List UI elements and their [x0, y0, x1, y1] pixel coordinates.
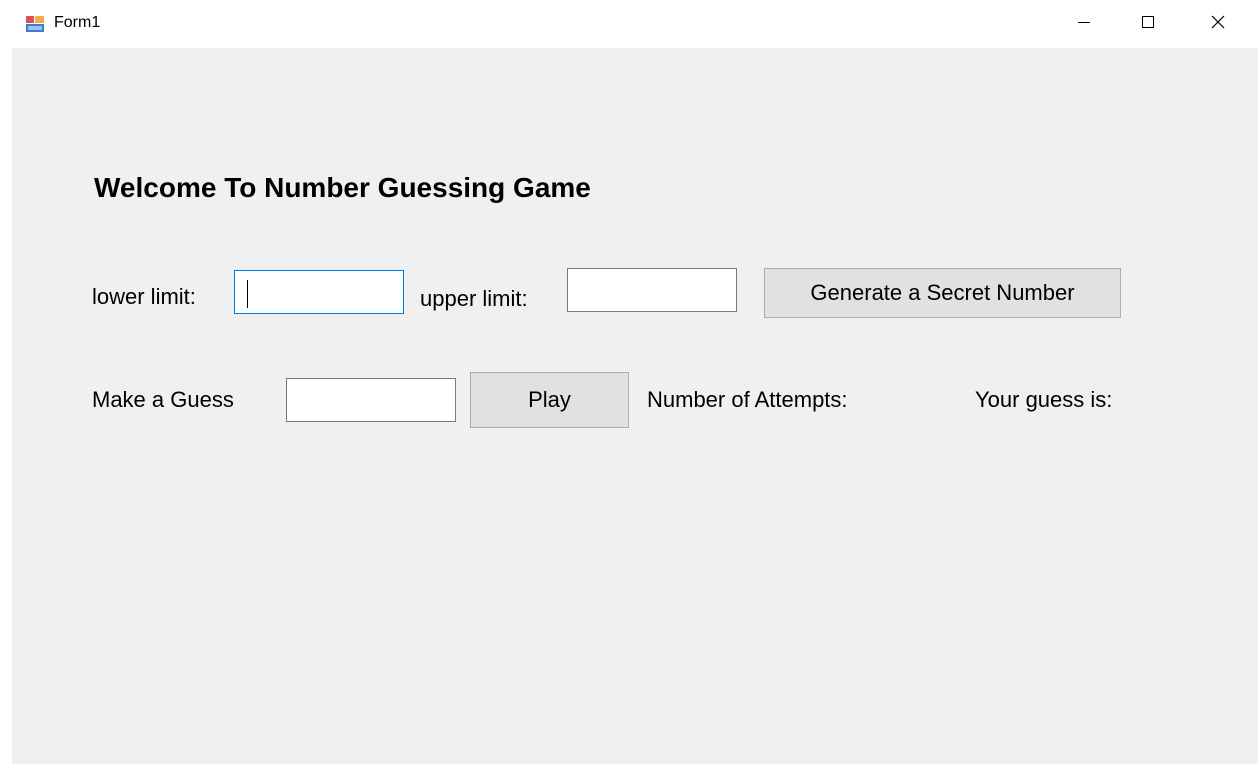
generate-secret-number-button[interactable]: Generate a Secret Number [764, 268, 1121, 318]
title-bar[interactable]: Form1 [0, 0, 1258, 48]
maximize-icon [1140, 14, 1156, 35]
minimize-button[interactable] [1054, 0, 1114, 48]
page-title: Welcome To Number Guessing Game [94, 172, 591, 203]
play-button[interactable]: Play [470, 372, 629, 428]
form-client-area: Welcome To Number Guessing Game lower li… [12, 48, 1258, 764]
result-label: Your guess is: [975, 387, 1113, 412]
window-title: Form1 [54, 14, 101, 31]
guess-input[interactable] [286, 378, 456, 422]
close-icon [1210, 14, 1226, 35]
upper-limit-input[interactable] [567, 268, 737, 312]
minimize-icon [1076, 14, 1092, 35]
close-button[interactable] [1188, 0, 1248, 48]
make-guess-label: Make a Guess [92, 387, 234, 412]
form-window: Form1 Welcome To Number Guessing Game lo… [0, 0, 1258, 764]
maximize-button[interactable] [1118, 0, 1178, 48]
lower-limit-input[interactable] [234, 270, 404, 314]
form-app-icon [25, 15, 45, 33]
upper-limit-label: upper limit: [420, 286, 528, 311]
lower-limit-label: lower limit: [92, 284, 196, 309]
text-caret [247, 280, 248, 308]
attempts-label: Number of Attempts: [647, 387, 848, 412]
